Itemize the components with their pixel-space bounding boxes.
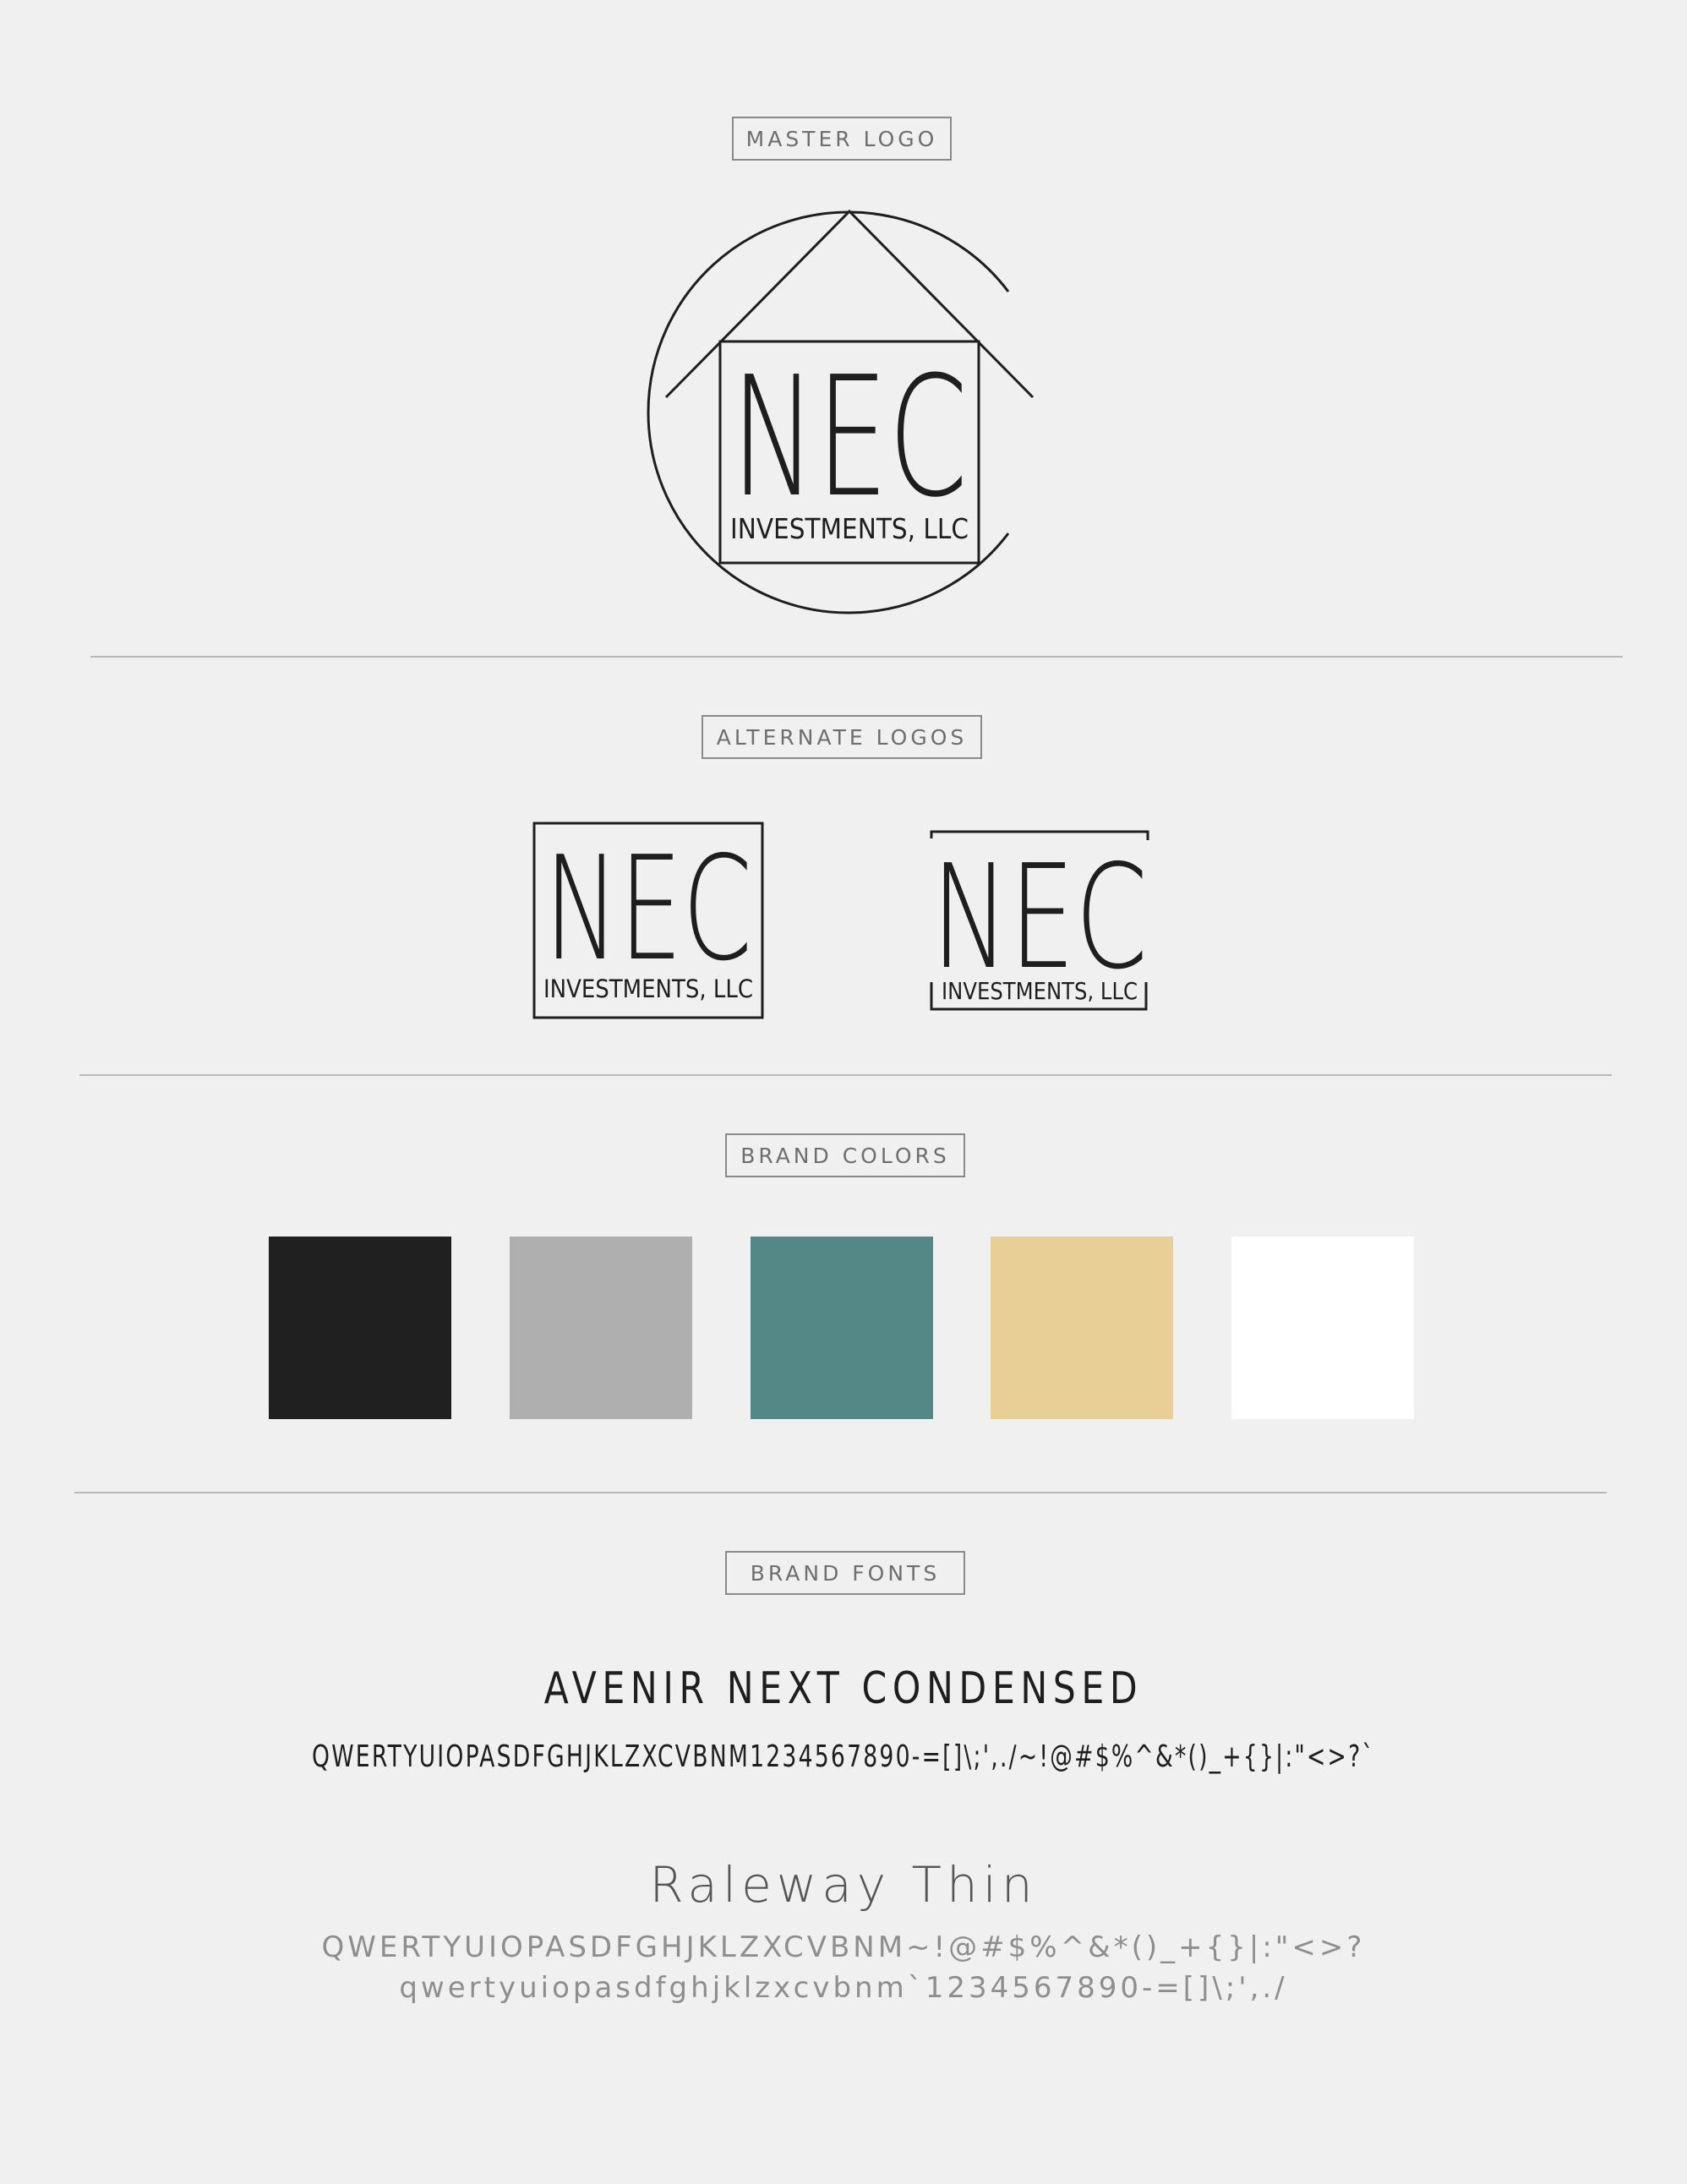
color-swatch-teal [751, 1237, 933, 1419]
color-swatch-white [1231, 1237, 1414, 1419]
color-swatch-gold [991, 1237, 1173, 1419]
color-swatch-black [269, 1237, 451, 1419]
brand-colors-label: BRAND COLORS [725, 1133, 965, 1177]
master-logo-mark: NEC [731, 341, 968, 534]
divider-2 [79, 1074, 1612, 1076]
primary-font-sample: QWERTYUIOPASDFGHJKLZXCVBNM1234567890-=[]… [312, 1739, 1375, 1774]
alternate-logos-label: ALTERNATE LOGOS [702, 715, 982, 759]
primary-font-name: AVENIR NEXT CONDENSED [543, 1663, 1144, 1714]
alternate-logo-bracketed: NEC INVESTMENTS, LLC [930, 830, 1149, 1011]
color-swatch-gray [510, 1237, 692, 1419]
divider-3 [74, 1492, 1607, 1493]
master-logo: NEC INVESTMENTS, LLC [647, 209, 1035, 614]
secondary-font-sample-upper: QWERTYUIOPASDFGHJKLZXCVBNM~!@#$%^&*()_+{… [321, 1930, 1366, 1964]
secondary-font-name: Raleway Thin [649, 1856, 1038, 1914]
master-logo-subtitle: INVESTMENTS, LLC [730, 512, 969, 545]
secondary-font-sample-lower: qwertyuiopasdfghjklzxcvbnm`1234567890-=[… [399, 1971, 1288, 2005]
alternate-logo-boxed-subtitle: INVESTMENTS, LLC [543, 975, 753, 1003]
alternate-logo-boxed: NEC INVESTMENTS, LLC [532, 822, 764, 1019]
master-logo-label: MASTER LOGO [732, 117, 952, 161]
divider-1 [90, 656, 1623, 658]
alternate-logo-boxed-mark: NEC [544, 826, 752, 993]
alternate-logo-bracketed-subtitle: INVESTMENTS, LLC [942, 977, 1138, 1005]
brand-fonts-label: BRAND FONTS [725, 1551, 965, 1595]
